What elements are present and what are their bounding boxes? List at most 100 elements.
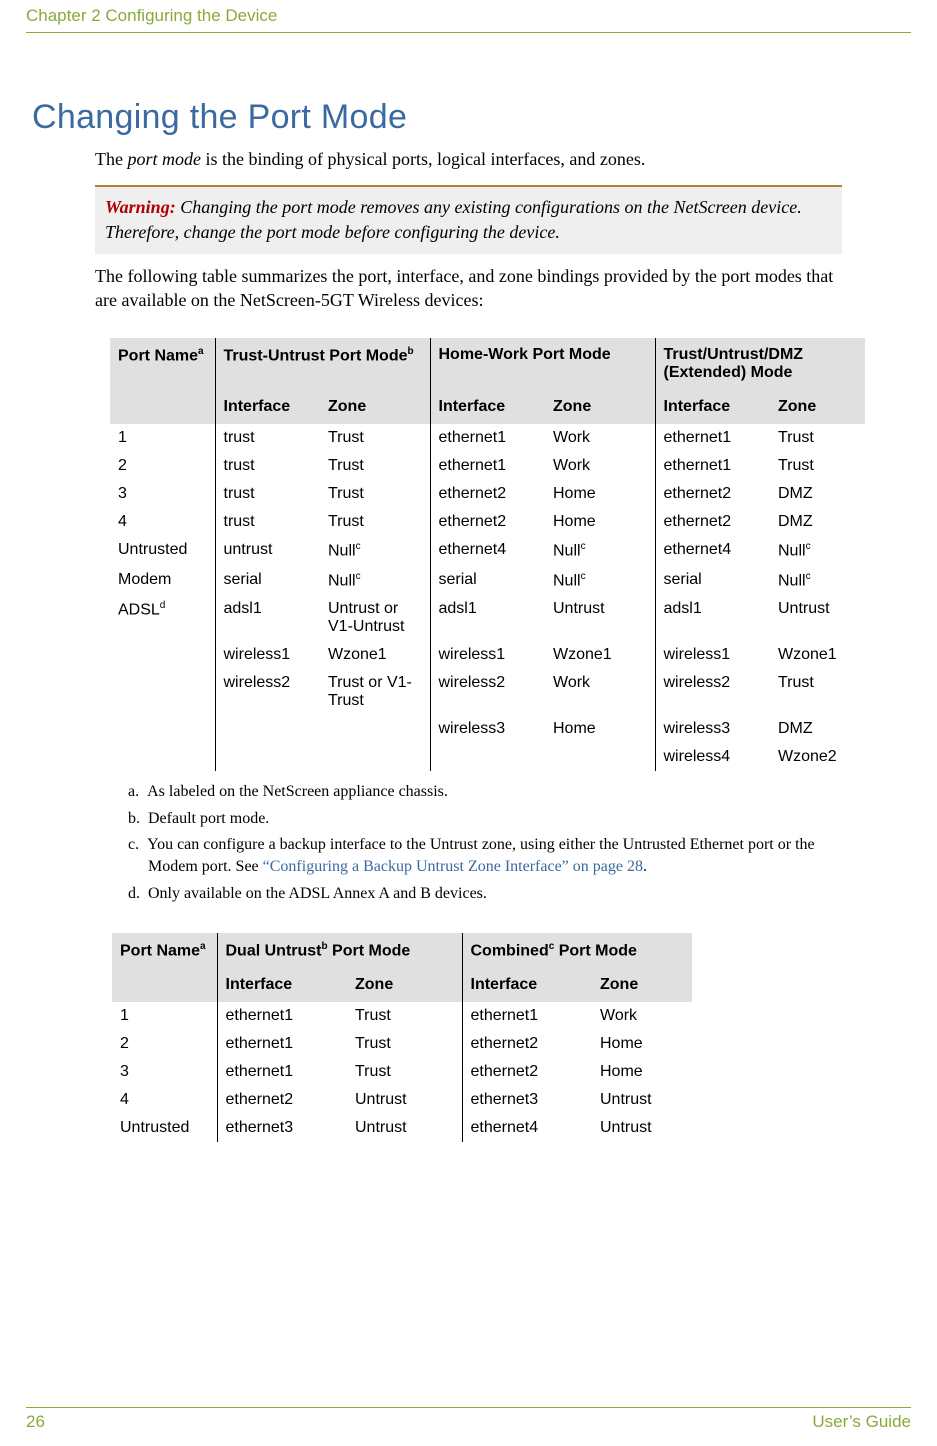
table-cell: Nullc xyxy=(320,536,430,565)
table-cell: Work xyxy=(545,424,655,452)
table-cell: wireless3 xyxy=(655,715,770,743)
table-cell xyxy=(430,743,545,771)
table-row: Untrustedethernet3Untrustethernet4Untrus… xyxy=(112,1114,692,1142)
table-cell: Trust xyxy=(320,424,430,452)
port-table-1: Port Namea Trust-Untrust Port Modeb Home… xyxy=(110,338,865,771)
table-cell: trust xyxy=(215,452,320,480)
col-mode2: Combinedc Port Mode xyxy=(462,933,692,968)
table-cell xyxy=(320,743,430,771)
table-cell: ethernet2 xyxy=(655,508,770,536)
table-cell: Trust xyxy=(770,452,865,480)
table-cell: Trust xyxy=(770,669,865,715)
table-cell: 4 xyxy=(110,508,215,536)
table-cell: Wzone2 xyxy=(770,743,865,771)
table-cell: Wzone1 xyxy=(770,641,865,669)
table-cell: ethernet1 xyxy=(217,1002,347,1030)
table-cell: trust xyxy=(215,424,320,452)
table-cell: Home xyxy=(545,508,655,536)
footnote-c-link[interactable]: “Configuring a Backup Untrust Zone Inter… xyxy=(263,858,643,875)
col-mode3: Trust/Untrust/DMZ (Extended) Mode xyxy=(655,338,865,390)
table-cell: Nullc xyxy=(770,566,865,595)
table-cell: wireless1 xyxy=(215,641,320,669)
table-cell: ethernet2 xyxy=(462,1058,592,1086)
table-cell: ethernet2 xyxy=(655,480,770,508)
table1-wrap: Port Namea Trust-Untrust Port Modeb Home… xyxy=(110,338,937,771)
table-cell: Trust xyxy=(770,424,865,452)
table-cell: 2 xyxy=(110,452,215,480)
table-cell: Untrust xyxy=(592,1086,692,1114)
table-cell: 1 xyxy=(112,1002,217,1030)
table-cell: DMZ xyxy=(770,480,865,508)
table-cell: DMZ xyxy=(770,508,865,536)
table-cell: wireless2 xyxy=(215,669,320,715)
table-cell: Nullc xyxy=(320,566,430,595)
table-cell: Untrust xyxy=(770,595,865,641)
table-cell: trust xyxy=(215,480,320,508)
table-row: ADSLdadsl1Untrust or V1-Untrustadsl1Untr… xyxy=(110,595,865,641)
table-cell: Untrust xyxy=(347,1086,462,1114)
table-row: 1ethernet1Trustethernet1Work xyxy=(112,1002,692,1030)
footnote-c: c. You can configure a backup interface … xyxy=(128,834,842,879)
table-row: wireless1Wzone1wireless1Wzone1wireless1W… xyxy=(110,641,865,669)
warning-text: Changing the port mode removes any exist… xyxy=(105,197,802,241)
table-cell: trust xyxy=(215,508,320,536)
table-row: wireless2Trust or V1-Trustwireless2Workw… xyxy=(110,669,865,715)
table-header-row: Port Namea Trust-Untrust Port Modeb Home… xyxy=(110,338,865,390)
table-cell: 4 xyxy=(112,1086,217,1114)
table-cell: ethernet4 xyxy=(462,1114,592,1142)
port-table-2: Port Namea Dual Untrustb Port Mode Combi… xyxy=(112,933,692,1142)
table-cell xyxy=(110,743,215,771)
table-subheader-row: Interface Zone Interface Zone Interface … xyxy=(110,390,865,424)
table-row: ModemserialNullcserialNullcserialNullc xyxy=(110,566,865,595)
table-cell: ethernet1 xyxy=(462,1002,592,1030)
table-cell xyxy=(110,715,215,743)
footnote-b: b. Default port mode. xyxy=(128,808,842,830)
table-row: UntrusteduntrustNullcethernet4Nullcether… xyxy=(110,536,865,565)
table-row: 1trustTrustethernet1Workethernet1Trust xyxy=(110,424,865,452)
table-cell: Untrusted xyxy=(110,536,215,565)
table-cell: wireless4 xyxy=(655,743,770,771)
table-cell: ethernet4 xyxy=(430,536,545,565)
table-cell: Trust xyxy=(320,452,430,480)
table-cell: Wzone1 xyxy=(320,641,430,669)
col-i1: Interface xyxy=(217,968,347,1002)
table-row: wireless4Wzone2 xyxy=(110,743,865,771)
table-cell: ethernet2 xyxy=(462,1030,592,1058)
table2-wrap: Port Namea Dual Untrustb Port Mode Combi… xyxy=(112,933,937,1142)
divider-bottom xyxy=(26,1407,911,1408)
table-cell: Home xyxy=(592,1030,692,1058)
section-title: Changing the Port Mode xyxy=(32,98,937,137)
table-row: 2ethernet1Trustethernet2Home xyxy=(112,1030,692,1058)
col-z1: Zone xyxy=(347,968,462,1002)
table-header-row: Port Namea Dual Untrustb Port Mode Combi… xyxy=(112,933,692,968)
col-i2: Interface xyxy=(430,390,545,424)
guide-label: User’s Guide xyxy=(812,1412,911,1432)
table-cell: Untrust or V1-Untrust xyxy=(320,595,430,641)
table-cell: Trust xyxy=(320,480,430,508)
col-i2: Interface xyxy=(462,968,592,1002)
col-i3: Interface xyxy=(655,390,770,424)
col-z1: Zone xyxy=(320,390,430,424)
table-cell: ethernet2 xyxy=(430,480,545,508)
table-cell: wireless3 xyxy=(430,715,545,743)
table-cell xyxy=(215,715,320,743)
table-cell: adsl1 xyxy=(655,595,770,641)
table-row: 3ethernet1Trustethernet2Home xyxy=(112,1058,692,1086)
table-row: 3trustTrustethernet2Homeethernet2DMZ xyxy=(110,480,865,508)
table-cell: serial xyxy=(430,566,545,595)
table-cell: Untrust xyxy=(347,1114,462,1142)
table-cell: ethernet1 xyxy=(217,1030,347,1058)
table-cell xyxy=(545,743,655,771)
table-row: wireless3Homewireless3DMZ xyxy=(110,715,865,743)
table-cell: Untrust xyxy=(545,595,655,641)
col-z2: Zone xyxy=(592,968,692,1002)
chapter-header: Chapter 2 Configuring the Device xyxy=(0,0,937,26)
page-number: 26 xyxy=(26,1412,45,1432)
table-cell: ethernet2 xyxy=(217,1086,347,1114)
table-cell xyxy=(215,743,320,771)
summary-paragraph: The following table summarizes the port,… xyxy=(95,264,842,313)
table-cell: serial xyxy=(655,566,770,595)
table-cell: Home xyxy=(592,1058,692,1086)
table-cell: Nullc xyxy=(545,566,655,595)
table-row: 2trustTrustethernet1Workethernet1Trust xyxy=(110,452,865,480)
